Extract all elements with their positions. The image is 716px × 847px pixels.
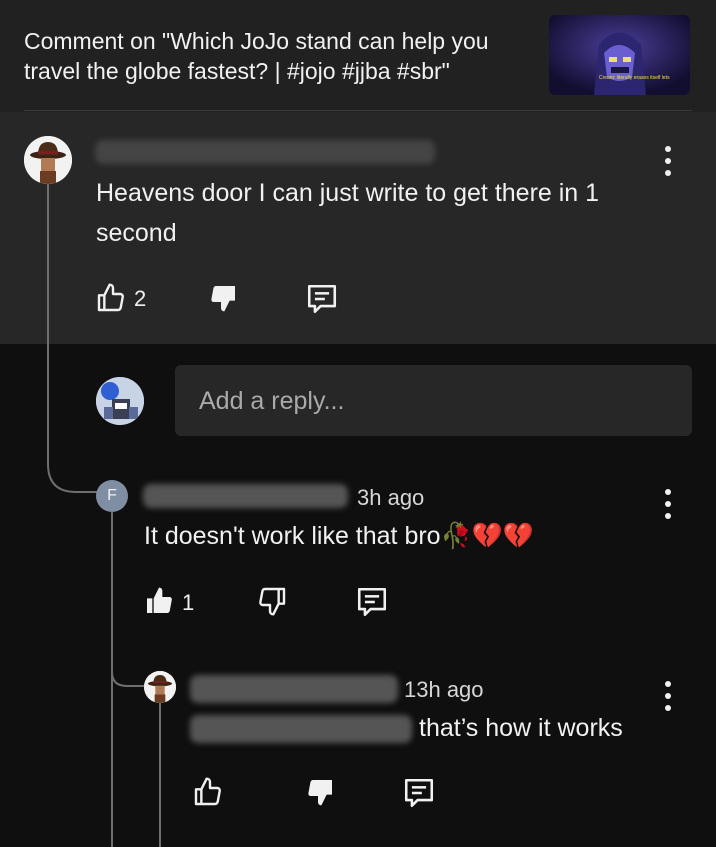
thumbnail-art: Cream: literally erases itself lets	[549, 15, 690, 95]
reply1-username-redacted	[143, 484, 348, 508]
reply2-more-options-icon[interactable]	[664, 681, 672, 711]
thread-connector	[47, 184, 98, 493]
header-title: Comment on "Which JoJo stand can help yo…	[24, 28, 489, 84]
reply2-thread-line	[159, 700, 161, 847]
reply1-text-line: It doesn't work like that bro🥀💔💔	[144, 516, 534, 556]
reply1-timestamp: 3h ago	[357, 485, 425, 510]
reply-placeholder: Add a reply...	[199, 387, 345, 415]
reply2-like-icon[interactable]	[192, 776, 224, 808]
reply-icon[interactable]	[304, 282, 340, 316]
reply1-like-count: 1	[182, 590, 195, 615]
reply1-text: It doesn't work like that bro	[144, 522, 441, 550]
comment-text: Heavens door I can just write to get the…	[96, 179, 600, 247]
reply1-reply-icon[interactable]	[354, 585, 390, 619]
reply1-more-options-icon[interactable]	[664, 489, 672, 519]
reply2-fedora-avatar-icon[interactable]	[144, 671, 176, 703]
thumbnail-caption: Cream: literally erases itself lets	[599, 75, 670, 81]
username-redacted	[95, 140, 435, 164]
reply2-reply-icon[interactable]	[401, 776, 437, 810]
like-count: 2	[134, 286, 147, 311]
more-options-icon[interactable]	[664, 146, 672, 176]
dislike-icon[interactable]	[207, 282, 239, 314]
reply2-text: that’s how it works	[419, 714, 623, 742]
reply1-emojis: 🥀💔💔	[440, 521, 534, 550]
reply1-dislike-icon[interactable]	[256, 585, 288, 617]
video-thumbnail[interactable]: Cream: literally erases itself lets	[549, 15, 690, 95]
reply2-mention-redacted	[190, 715, 412, 743]
reply2-timestamp: 13h ago	[404, 677, 484, 702]
reply2-username-redacted	[190, 675, 398, 703]
my-avatar-icon[interactable]	[96, 377, 144, 425]
reply1-liked-icon[interactable]	[143, 585, 175, 617]
avatar-letter-icon[interactable]: F	[96, 480, 128, 512]
fedora-avatar-icon[interactable]	[24, 136, 72, 184]
add-reply-input[interactable]: Add a reply...	[175, 365, 692, 436]
reply2-avatar-art	[144, 671, 176, 703]
header-divider	[24, 110, 692, 111]
reply2-dislike-icon[interactable]	[304, 776, 336, 808]
fedora-avatar-art	[24, 136, 72, 184]
my-avatar-art	[96, 377, 144, 425]
